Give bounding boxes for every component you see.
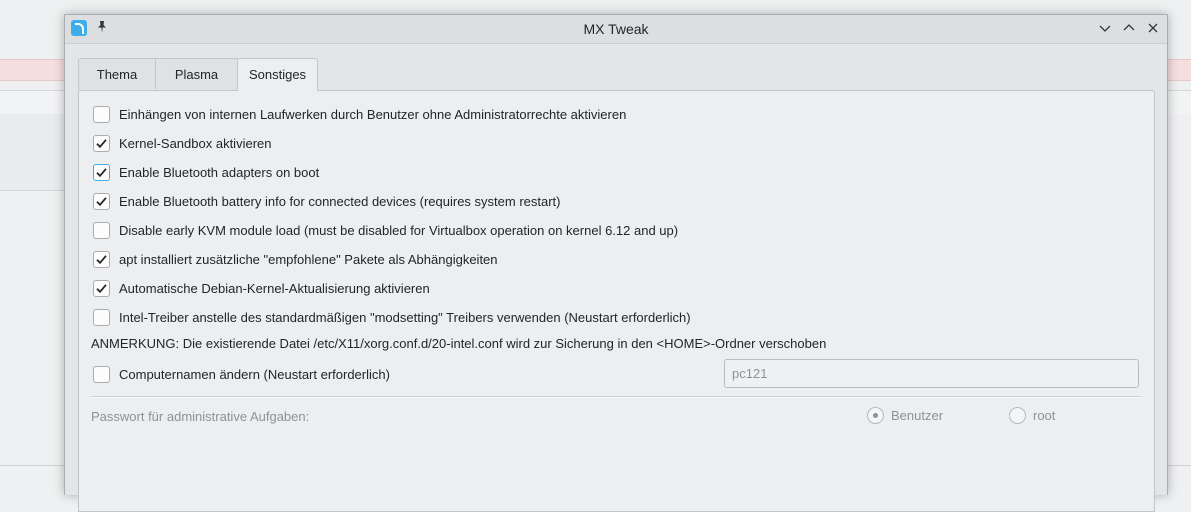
checkbox[interactable] — [93, 279, 110, 297]
chevron-up-icon — [1123, 24, 1135, 31]
divider — [91, 396, 1141, 398]
titlebar[interactable]: MX Tweak — [65, 15, 1167, 44]
radio-dot — [873, 413, 878, 418]
tab-plasma[interactable]: Plasma — [155, 58, 238, 89]
password-label: Passwort für administrative Aufgaben: — [91, 409, 310, 424]
option-row[interactable]: Enable Bluetooth battery info for connec… — [93, 191, 561, 211]
close-icon — [1148, 23, 1158, 33]
sonstiges-panel: Einhängen von internen Laufwerken durch … — [78, 90, 1155, 512]
checkbox[interactable] — [93, 221, 110, 239]
option-row[interactable]: Enable Bluetooth adapters on boot — [93, 162, 319, 182]
checkbox[interactable] — [93, 308, 110, 326]
option-label: Intel-Treiber anstelle des standardmäßig… — [119, 309, 691, 325]
background-app-panel — [0, 114, 70, 191]
option-label: Einhängen von internen Laufwerken durch … — [119, 106, 627, 122]
checkmark-icon — [96, 254, 107, 264]
option-row[interactable]: apt installiert zusätzliche "empfohlene"… — [93, 249, 498, 269]
option-label: Disable early KVM module load (must be d… — [119, 222, 679, 238]
hostname-checkbox[interactable] — [93, 365, 110, 383]
option-row[interactable]: Automatische Debian-Kernel-Aktualisierun… — [93, 278, 430, 298]
checkbox[interactable] — [93, 192, 110, 210]
tab-thema[interactable]: Thema — [78, 58, 156, 89]
option-row[interactable]: Disable early KVM module load (must be d… — [93, 220, 678, 240]
intel-driver-note: ANMERKUNG: Die existierende Datei /etc/X… — [91, 336, 827, 351]
hostname-label: Computernamen ändern (Neustart erforderl… — [119, 366, 390, 382]
radio-label: Benutzer — [891, 408, 944, 423]
hostname-row[interactable]: Computernamen ändern (Neustart erforderl… — [93, 364, 390, 384]
radio-root[interactable]: root — [1009, 407, 1055, 424]
minimize-button[interactable] — [1095, 18, 1115, 38]
option-row[interactable]: Intel-Treiber anstelle des standardmäßig… — [93, 307, 691, 327]
option-row[interactable]: Einhängen von internen Laufwerken durch … — [93, 104, 626, 124]
hostname-input[interactable] — [724, 359, 1139, 388]
option-row[interactable]: Kernel-Sandbox aktivieren — [93, 133, 271, 153]
window-title: MX Tweak — [583, 21, 649, 37]
radio-button[interactable] — [1009, 407, 1026, 424]
checkmark-icon — [96, 196, 107, 206]
option-label: Enable Bluetooth battery info for connec… — [119, 193, 561, 209]
option-label: Kernel-Sandbox aktivieren — [119, 135, 272, 151]
tab-sonstiges[interactable]: Sonstiges — [237, 58, 318, 91]
checkbox[interactable] — [93, 105, 110, 123]
checkbox[interactable] — [93, 163, 110, 181]
mx-tweak-window: MX Tweak Thema Plasma Sonstiges Einhänge… — [64, 14, 1168, 512]
maximize-button[interactable] — [1119, 18, 1139, 38]
option-label: Automatische Debian-Kernel-Aktualisierun… — [119, 280, 430, 296]
checkmark-icon — [96, 167, 107, 177]
checkbox[interactable] — [93, 134, 110, 152]
radio-button[interactable] — [867, 407, 884, 424]
option-label: apt installiert zusätzliche "empfohlene"… — [119, 251, 498, 267]
checkbox[interactable] — [93, 250, 110, 268]
checkmark-icon — [96, 138, 107, 148]
close-button[interactable] — [1143, 18, 1163, 38]
radio-label: root — [1033, 408, 1056, 423]
chevron-down-icon — [1099, 25, 1111, 32]
option-label: Enable Bluetooth adapters on boot — [119, 164, 320, 180]
checkmark-icon — [96, 283, 107, 293]
radio-benutzer[interactable]: Benutzer — [867, 407, 943, 424]
